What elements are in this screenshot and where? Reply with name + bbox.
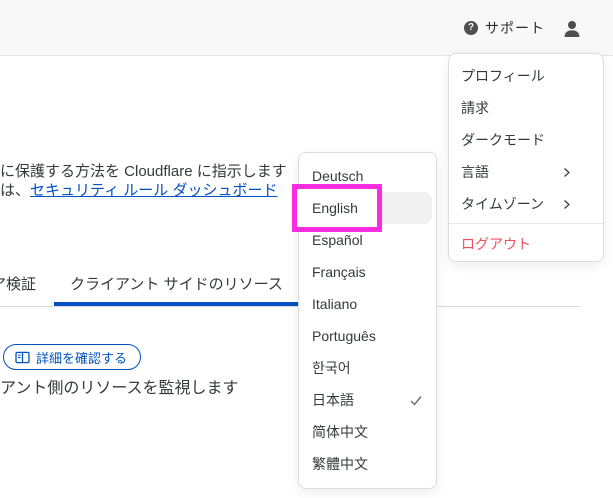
client-resources-caption: アント側のリソースを監視します <box>0 380 239 397</box>
top-header-bar: ? サポート <box>0 0 613 56</box>
menu-divider <box>449 223 603 224</box>
menu-item-logout[interactable]: ログアウト <box>449 228 603 260</box>
intro-text-line2: は、セキュリティ ルール ダッシュボード <box>0 179 277 200</box>
menu-item-dark-mode[interactable]: ダークモード <box>449 124 603 156</box>
checkmark-icon <box>410 396 422 406</box>
language-option-portugues[interactable]: Português <box>303 320 432 352</box>
language-option-simplified-chinese[interactable]: 简体中文 <box>303 416 432 448</box>
support-label: サポート <box>485 20 545 36</box>
language-option-english[interactable]: English <box>292 184 432 232</box>
help-question-icon: ? <box>464 21 478 35</box>
cloudflare-dashboard-screen: ? サポート に保護する方法を Cloudflare に指示します は、セキュリ… <box>0 0 613 498</box>
language-option-traditional-chinese[interactable]: 繁體中文 <box>303 448 432 480</box>
support-button[interactable]: ? サポート <box>464 0 545 56</box>
user-account-icon[interactable] <box>562 19 582 39</box>
tab-client-side-resources[interactable]: クライアント サイドのリソース <box>70 273 283 294</box>
language-option-italiano[interactable]: Italiano <box>303 288 432 320</box>
security-rules-dashboard-link[interactable]: セキュリティ ルール ダッシュボード <box>30 182 277 199</box>
view-details-button[interactable]: 詳細を確認する <box>3 344 142 370</box>
view-details-label: 詳細を確認する <box>36 350 128 366</box>
menu-item-language[interactable]: 言語 <box>449 156 603 188</box>
intro-text-line1: に保護する方法を Cloudflare に指示します <box>0 163 287 180</box>
language-option-espanol[interactable]: Español <box>303 224 432 256</box>
menu-item-billing[interactable]: 請求 <box>449 92 603 124</box>
intro-line2-prefix: は、 <box>0 182 31 199</box>
chevron-right-icon <box>561 167 572 178</box>
language-option-francais[interactable]: Français <box>303 256 432 288</box>
chevron-right-icon <box>561 199 572 210</box>
language-option-deutsch[interactable]: Deutsch <box>303 160 432 192</box>
language-option-korean[interactable]: 한국어 <box>303 352 432 384</box>
user-account-menu: プロフィール 請求 ダークモード 言語 タイムゾーン ログアウト <box>448 53 604 262</box>
language-option-japanese[interactable]: 日本語 <box>303 384 432 416</box>
active-tab-underline <box>54 302 320 306</box>
menu-item-timezone[interactable]: タイムゾーン <box>449 188 603 220</box>
menu-item-profile[interactable]: プロフィール <box>449 60 603 92</box>
open-book-icon <box>15 351 30 363</box>
tab-verification[interactable]: ア検証 <box>0 273 36 294</box>
tabbar-bottom-border <box>0 306 581 307</box>
language-submenu: Deutsch English Español Français Italian… <box>292 152 437 489</box>
